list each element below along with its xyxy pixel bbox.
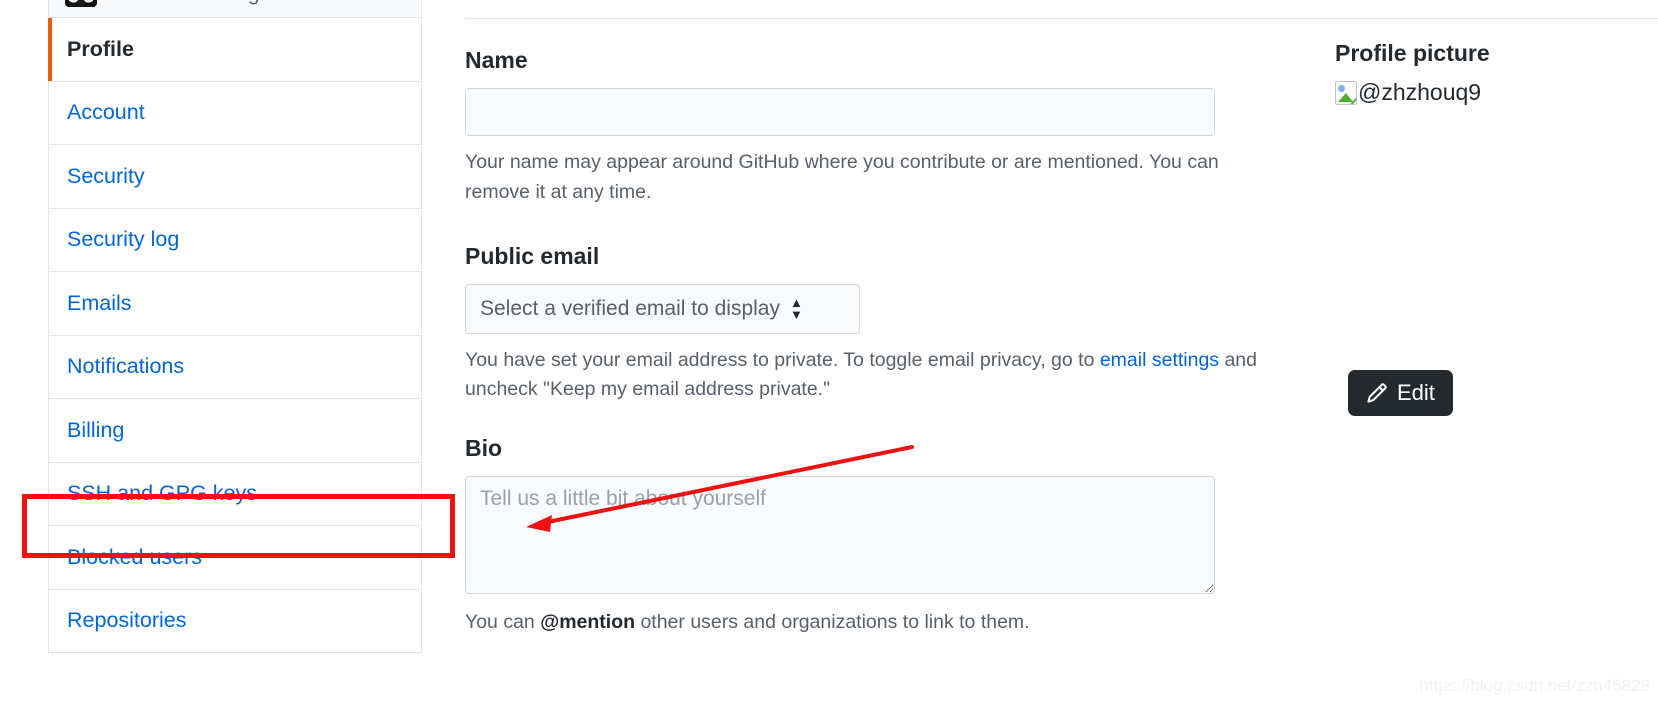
sidebar-item-security-log[interactable]: Security log — [48, 208, 422, 272]
sidebar-item-emails[interactable]: Emails — [48, 272, 422, 336]
public-email-select[interactable]: Select a verified email to display ▲ ▼ — [465, 283, 860, 334]
profile-form: Name Your name may appear around GitHub … — [465, 0, 1658, 638]
sidebar-item-label: Profile — [67, 36, 134, 61]
sidebar-item-blocked-users[interactable]: Blocked users — [48, 526, 422, 590]
chevron-updown-icon: ▲ ▼ — [789, 294, 803, 322]
edit-button-label: Edit — [1397, 380, 1435, 405]
mention-keyword: @mention — [540, 611, 636, 634]
bio-label: Bio — [465, 435, 503, 462]
page-root: Personal settings Profile Account Securi… — [0, 0, 1658, 704]
sidebar-item-repositories[interactable]: Repositories — [48, 589, 422, 653]
panda-avatar-icon — [65, 0, 97, 7]
broken-image-icon — [1335, 80, 1357, 105]
bio-help-before: You can — [465, 611, 541, 634]
sidebar-item-account[interactable]: Account — [48, 81, 422, 145]
sidebar-item-security[interactable]: Security — [48, 145, 422, 209]
watermark: https://blog.csdn.net/zzh45828 — [1419, 676, 1650, 695]
sidebar-item-label: Account — [67, 100, 145, 125]
sidebar-item-label: Security log — [67, 227, 180, 252]
sidebar-item-ssh-and-gpg-keys[interactable]: SSH and GPG keys — [48, 462, 422, 526]
sidebar-header: Personal settings — [48, 0, 422, 18]
sidebar-item-label: Billing — [67, 417, 125, 442]
name-input[interactable] — [465, 88, 1215, 136]
avatar-row: @zhzhouq9 — [1335, 79, 1635, 106]
sidebar-item-notifications[interactable]: Notifications — [48, 335, 422, 399]
public-email-select-wrap: Select a verified email to display ▲ ▼ — [465, 283, 860, 334]
sidebar-item-label: Repositories — [67, 608, 187, 633]
name-help-text: Your name may appear around GitHub where… — [465, 151, 1219, 203]
sidebar-item-label: Notifications — [67, 354, 185, 379]
public-email-label: Public email — [465, 242, 600, 269]
public-email-selected-value: Select a verified email to display — [480, 296, 780, 320]
profile-picture-panel: Profile picture @zhzhouq9 — [1335, 40, 1635, 106]
sidebar-item-label: Security — [67, 163, 145, 188]
public-email-help-text: You have set your email address to priva… — [465, 346, 1265, 406]
sidebar-item-label: SSH and GPG keys — [67, 481, 257, 506]
pencil-icon — [1367, 383, 1387, 403]
bio-textarea[interactable] — [465, 476, 1215, 595]
edit-profile-picture-button[interactable]: Edit — [1348, 370, 1453, 416]
sidebar-item-profile[interactable]: Profile — [48, 18, 422, 82]
profile-handle: @zhzhouq9 — [1358, 79, 1482, 105]
settings-sidebar: Personal settings Profile Account Securi… — [48, 0, 422, 653]
sidebar-item-label: Emails — [67, 290, 132, 315]
name-label: Name — [465, 47, 528, 73]
sidebar-item-billing[interactable]: Billing — [48, 399, 422, 463]
sidebar-header-title: Personal settings — [109, 0, 270, 6]
profile-picture-title: Profile picture — [1335, 40, 1490, 66]
bio-help-after: other users and organizations to link to… — [635, 611, 1030, 634]
sidebar-item-label: Blocked users — [67, 544, 203, 569]
email-settings-link[interactable]: email settings — [1100, 349, 1219, 371]
public-email-help-before: You have set your email address to priva… — [465, 348, 1100, 371]
bio-help-text: You can @mention other users and organiz… — [465, 608, 1265, 638]
